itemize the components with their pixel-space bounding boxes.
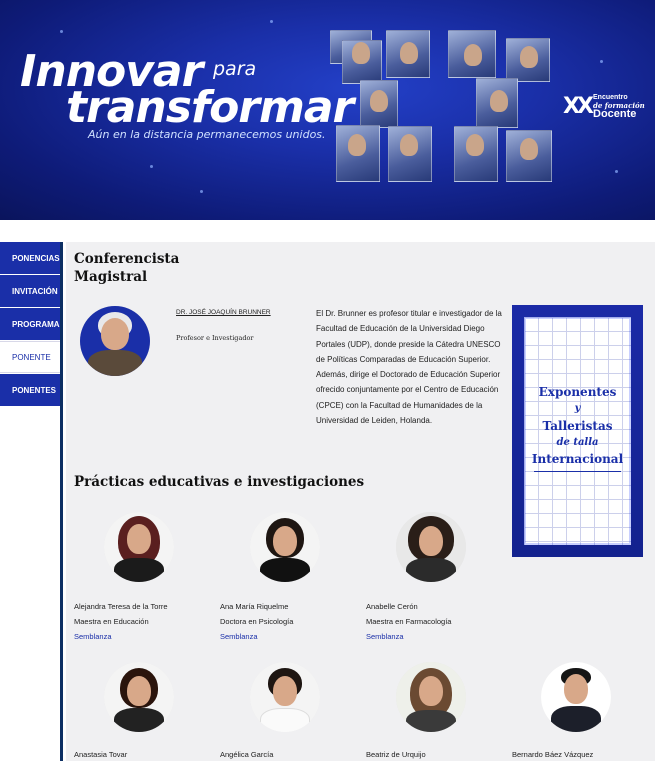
speaker-card: Alejandra Teresa de la Torre Maestra en …: [74, 599, 214, 644]
promo-banner[interactable]: Exponentes y Talleristas de talla Intern…: [512, 305, 643, 557]
promo-line5: Internacional: [531, 452, 624, 466]
speaker-name: Alejandra Teresa de la Torre: [74, 602, 168, 611]
promo-line4: de talla: [556, 437, 599, 448]
speaker-photo: [104, 662, 174, 732]
speaker-name: Anabelle Cerón: [366, 602, 418, 611]
decorative-star: [60, 30, 63, 33]
speaker-degree: Maestra en Educación: [74, 617, 149, 626]
decorative-star: [150, 165, 153, 168]
promo-line3: Talleristas: [542, 419, 613, 433]
sidebar-nav: PONENCIAS INVITACIÓN PROGRAMA PONENTE PO…: [0, 242, 63, 761]
speaker-photo: [396, 512, 466, 582]
decorative-star: [270, 20, 273, 23]
promo-line2: y: [574, 403, 581, 414]
speaker-name: Bernardo Báez Vázquez: [512, 750, 594, 759]
banner-tagline: Aún en la distancia permanecemos unidos.: [88, 128, 326, 141]
speaker-card: Angélica García: [220, 747, 360, 761]
speaker-photo: [541, 662, 611, 732]
speaker-card: Anastasia Tovar: [74, 747, 214, 761]
speaker-name: Beatriz de Urquijo: [366, 750, 426, 759]
sidebar-item-ponente[interactable]: PONENTE: [0, 341, 60, 373]
event-line3: Docente: [593, 108, 637, 120]
speaker-degree: Doctora en Psicología: [220, 617, 294, 626]
banner-headline-small: para: [213, 58, 257, 80]
speaker-card: Bernardo Báez Vázquez: [512, 747, 652, 761]
keynote-speaker-bio: El Dr. Brunner es profesor titular e inv…: [316, 309, 502, 426]
keynote-speaker-name-link[interactable]: DR. JOSÉ JOAQUÍN BRUNNER: [176, 309, 271, 316]
speaker-bio-link[interactable]: Semblanza: [366, 629, 506, 644]
speaker-bio-link[interactable]: Semblanza: [74, 629, 214, 644]
sidebar-item-invitacion[interactable]: INVITACIÓN: [0, 275, 60, 307]
promo-line1: Exponentes: [538, 385, 617, 399]
speaker-photo: [250, 512, 320, 582]
speaker-card: Ana María Riquelme Doctora en Psicología…: [220, 599, 360, 644]
event-logo: XX Encuentro de formación Docente: [563, 94, 645, 120]
keynote-section-title: Conferencista Magistral: [74, 251, 180, 285]
decorative-star: [200, 190, 203, 193]
speaker-photo: [396, 662, 466, 732]
speaker-bio-link[interactable]: Semblanza: [220, 629, 360, 644]
decorative-star: [615, 170, 618, 173]
speaker-photo: [104, 512, 174, 582]
xx-photo-mosaic: [330, 30, 555, 182]
keynote-speaker-role: Profesor e Investigador: [176, 334, 254, 342]
main-content: Conferencista Magistral DR. JOSÉ JOAQUÍN…: [66, 242, 655, 761]
sidebar-item-ponentes[interactable]: PONENTES: [0, 374, 60, 406]
speaker-photo: [250, 662, 320, 732]
keynote-speaker-photo: [80, 306, 150, 376]
speaker-name: Angélica García: [220, 750, 274, 759]
decorative-star: [600, 60, 603, 63]
header-banner: Innovar para transformar Aún en la dista…: [0, 0, 655, 220]
speaker-card: Beatriz de Urquijo: [366, 747, 506, 761]
practices-section-title: Prácticas educativas e investigaciones: [74, 474, 365, 490]
promo-underline: [534, 471, 621, 472]
banner-headline-line2: transformar: [66, 82, 354, 133]
speaker-name: Ana María Riquelme: [220, 602, 289, 611]
event-mark: XX: [563, 94, 594, 119]
sidebar-item-programa[interactable]: PROGRAMA: [0, 308, 60, 340]
sidebar-item-ponencias[interactable]: PONENCIAS: [0, 242, 60, 274]
speaker-name: Anastasia Tovar: [74, 750, 128, 759]
speaker-degree: Maestra en Farmacología: [366, 617, 452, 626]
speaker-card: Anabelle Cerón Maestra en Farmacología S…: [366, 599, 506, 644]
